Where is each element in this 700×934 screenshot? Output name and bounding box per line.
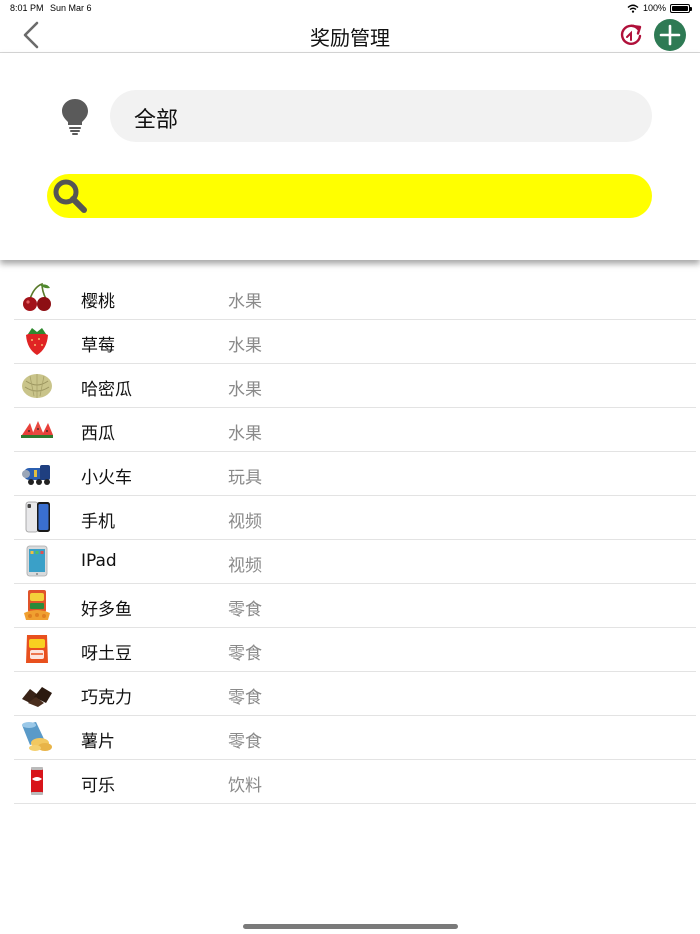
item-category: 水果 (228, 292, 262, 312)
battery-icon (670, 3, 692, 13)
list-item[interactable]: 草莓 水果 (14, 320, 696, 364)
chips-bag-icon (26, 635, 48, 663)
list-item[interactable]: 呀土豆 零食 (14, 628, 696, 672)
item-name: 可乐 (81, 776, 115, 796)
search-bar[interactable] (47, 174, 652, 218)
item-category: 零食 (228, 600, 262, 620)
list-item[interactable]: 薯片 零食 (14, 716, 696, 760)
item-category: 零食 (228, 732, 262, 752)
ipad-icon (26, 545, 48, 577)
list-item[interactable]: 小火车 玩具 (14, 452, 696, 496)
status-date: Sun Mar 6 (50, 3, 92, 13)
item-name: 哈密瓜 (81, 380, 132, 400)
status-right: 100% (627, 3, 692, 13)
reward-list: 樱桃 水果 草莓 水果 哈密瓜 水果 西瓜 水果 小火车 玩具 手机 视频 IP… (0, 276, 700, 804)
item-name: 草莓 (81, 336, 115, 356)
filter-panel: 全部 (0, 53, 700, 260)
list-item[interactable]: 可乐 饮料 (14, 760, 696, 804)
item-category: 视频 (228, 512, 262, 532)
add-button[interactable] (654, 19, 686, 51)
category-select-value: 全部 (134, 108, 179, 133)
watermelon-icon (21, 421, 53, 438)
item-category: 饮料 (228, 776, 262, 796)
list-item[interactable]: IPad 视频 (14, 540, 696, 584)
item-name: 呀土豆 (81, 644, 132, 664)
item-category: 水果 (228, 380, 262, 400)
lightbulb-icon (62, 99, 88, 135)
status-bar: 8:01 PM Sun Mar 6 100% (0, 0, 700, 18)
item-category: 水果 (228, 424, 262, 444)
item-category: 零食 (228, 688, 262, 708)
search-input[interactable] (95, 180, 639, 212)
list-item[interactable]: 哈密瓜 水果 (14, 364, 696, 408)
item-category: 玩具 (228, 468, 262, 488)
melon-icon (22, 374, 52, 398)
item-name: 好多鱼 (81, 600, 132, 620)
item-name: 巧克力 (81, 688, 132, 708)
refresh-button[interactable] (616, 20, 646, 50)
list-item[interactable]: 手机 视频 (14, 496, 696, 540)
status-time: 8:01 PM (10, 3, 44, 13)
strawberry-icon (26, 328, 48, 355)
item-category: 水果 (228, 336, 262, 356)
home-indicator (243, 924, 458, 929)
item-name: 樱桃 (81, 292, 115, 312)
navigation-bar: 奖励管理 (0, 18, 700, 53)
item-name: IPad (81, 551, 117, 571)
cherry-icon (23, 282, 51, 311)
toy-train-icon (22, 465, 50, 485)
item-name: 薯片 (81, 732, 115, 752)
item-name: 小火车 (81, 468, 132, 488)
item-name: 西瓜 (81, 424, 115, 444)
category-select[interactable]: 全部 (110, 90, 652, 142)
page-title: 奖励管理 (310, 26, 390, 50)
plus-icon (659, 24, 681, 46)
battery-percent: 100% (642, 3, 666, 13)
cola-can-icon (31, 767, 43, 795)
item-category: 零食 (228, 644, 262, 664)
chocolate-icon (22, 687, 52, 707)
list-item[interactable]: 好多鱼 零食 (14, 584, 696, 628)
list-item[interactable]: 樱桃 水果 (14, 276, 696, 320)
list-item[interactable]: 西瓜 水果 (14, 408, 696, 452)
wifi-icon (627, 4, 639, 13)
potato-chips-icon (22, 722, 52, 751)
refresh-icon (620, 24, 642, 45)
phone-icon (25, 501, 50, 533)
list-item[interactable]: 巧克力 零食 (14, 672, 696, 716)
search-icon (53, 179, 87, 213)
item-category: 视频 (228, 556, 262, 576)
item-name: 手机 (81, 512, 115, 532)
snack-box-icon (24, 590, 50, 620)
